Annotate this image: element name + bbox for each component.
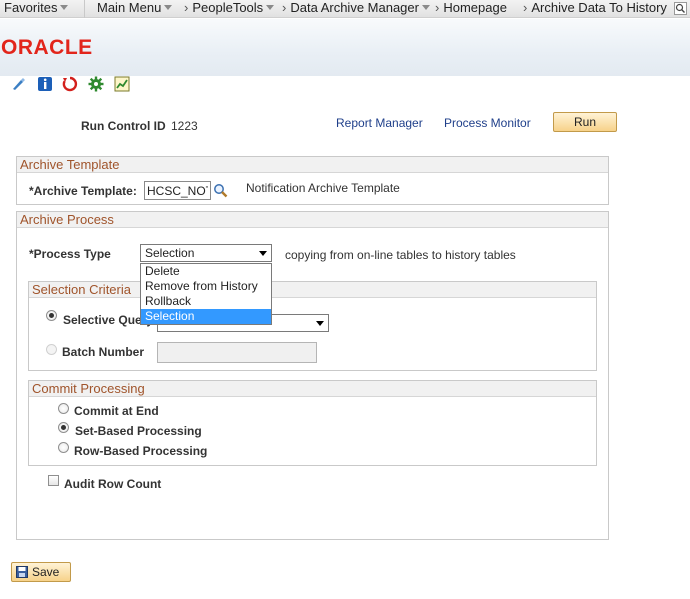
set-based-processing-radio[interactable] bbox=[58, 422, 69, 433]
process-type-option-rollback[interactable]: Rollback bbox=[141, 294, 271, 309]
chevron-down-icon bbox=[266, 5, 275, 10]
process-type-select[interactable]: Selection bbox=[140, 244, 272, 262]
row-based-processing-radio[interactable] bbox=[58, 442, 69, 453]
nav-divider bbox=[84, 0, 85, 18]
main-menu-label: Main Menu bbox=[97, 0, 162, 15]
oracle-logo: ORACLE bbox=[1, 36, 93, 59]
breadcrumb-peopletools[interactable]: › PeopleTools bbox=[184, 0, 275, 18]
run-control-id-label: Run Control ID bbox=[81, 119, 166, 133]
audit-row-count-label: Audit Row Count bbox=[64, 477, 162, 491]
new-window-icon[interactable] bbox=[10, 76, 26, 92]
breadcrumb-label: PeopleTools bbox=[192, 0, 264, 15]
refresh-icon[interactable] bbox=[62, 76, 78, 92]
lookup-icon[interactable] bbox=[213, 183, 228, 198]
breadcrumb-data-archive-manager[interactable]: › Data Archive Manager bbox=[282, 0, 430, 18]
chart-icon[interactable] bbox=[114, 76, 130, 92]
selective-query-radio[interactable] bbox=[46, 310, 57, 321]
gear-icon[interactable] bbox=[88, 76, 104, 92]
audit-row-count-checkbox[interactable] bbox=[48, 475, 59, 486]
process-type-option-remove-from-history[interactable]: Remove from History bbox=[141, 279, 271, 294]
selection-criteria-group-title: Selection Criteria bbox=[29, 282, 596, 298]
favorites-label: Favorites bbox=[4, 0, 58, 15]
archive-template-description: Notification Archive Template bbox=[246, 181, 400, 195]
breadcrumb-homepage[interactable]: › Homepage bbox=[435, 0, 507, 18]
batch-number-label: Batch Number bbox=[62, 345, 145, 359]
save-label: Save bbox=[32, 565, 60, 579]
save-icon bbox=[16, 566, 28, 578]
run-button[interactable]: Run bbox=[553, 112, 617, 132]
breadcrumb-arrow-icon: › bbox=[282, 0, 287, 15]
chevron-down-icon bbox=[421, 5, 430, 10]
batch-number-radio[interactable] bbox=[46, 344, 57, 355]
breadcrumb-label: Data Archive Manager bbox=[290, 0, 419, 15]
breadcrumb-label: Archive Data To History bbox=[531, 0, 667, 15]
commit-at-end-label: Commit at End bbox=[74, 404, 159, 418]
report-manager-link[interactable]: Report Manager bbox=[336, 116, 423, 130]
breadcrumb-arrow-icon: › bbox=[435, 0, 440, 15]
set-based-processing-label: Set-Based Processing bbox=[75, 424, 202, 438]
archive-template-label: *Archive Template: bbox=[29, 184, 137, 198]
process-type-dropdown: Delete Remove from History Rollback Sele… bbox=[140, 263, 272, 325]
batch-number-input[interactable] bbox=[157, 342, 317, 363]
info-icon[interactable] bbox=[37, 76, 53, 92]
breadcrumb-label: Homepage bbox=[443, 0, 507, 15]
process-type-option-delete[interactable]: Delete bbox=[141, 264, 271, 279]
breadcrumb-arrow-icon: › bbox=[523, 0, 528, 15]
commit-processing-group-title: Commit Processing bbox=[29, 381, 596, 397]
archive-template-input[interactable] bbox=[144, 181, 211, 200]
process-monitor-link[interactable]: Process Monitor bbox=[444, 116, 531, 130]
commit-at-end-radio[interactable] bbox=[58, 403, 69, 414]
save-button[interactable]: Save bbox=[11, 562, 71, 582]
main-menu[interactable]: Main Menu bbox=[97, 0, 173, 18]
process-type-description: copying from on-line tables to history t… bbox=[285, 248, 516, 262]
process-type-option-selection[interactable]: Selection bbox=[141, 309, 271, 324]
chevron-down-icon bbox=[316, 321, 324, 326]
archive-template-group-title: Archive Template bbox=[17, 157, 608, 173]
archive-process-group-title: Archive Process bbox=[17, 212, 608, 228]
process-type-label: *Process Type bbox=[29, 247, 111, 261]
search-icon[interactable] bbox=[674, 2, 687, 15]
row-based-processing-label: Row-Based Processing bbox=[74, 444, 208, 458]
chevron-down-icon bbox=[164, 5, 173, 10]
chevron-down-icon bbox=[60, 5, 69, 10]
run-control-id-value: 1223 bbox=[171, 119, 198, 133]
breadcrumb-arrow-icon: › bbox=[184, 0, 189, 15]
top-navigation-bar: Favorites Main Menu › PeopleTools › Data A… bbox=[0, 0, 690, 18]
process-type-selected-value: Selection bbox=[145, 246, 195, 260]
favorites-menu[interactable]: Favorites bbox=[4, 0, 69, 18]
header-banner bbox=[0, 19, 690, 76]
chevron-down-icon bbox=[259, 251, 267, 256]
breadcrumb-archive-data-to-history[interactable]: › Archive Data To History bbox=[523, 0, 667, 18]
